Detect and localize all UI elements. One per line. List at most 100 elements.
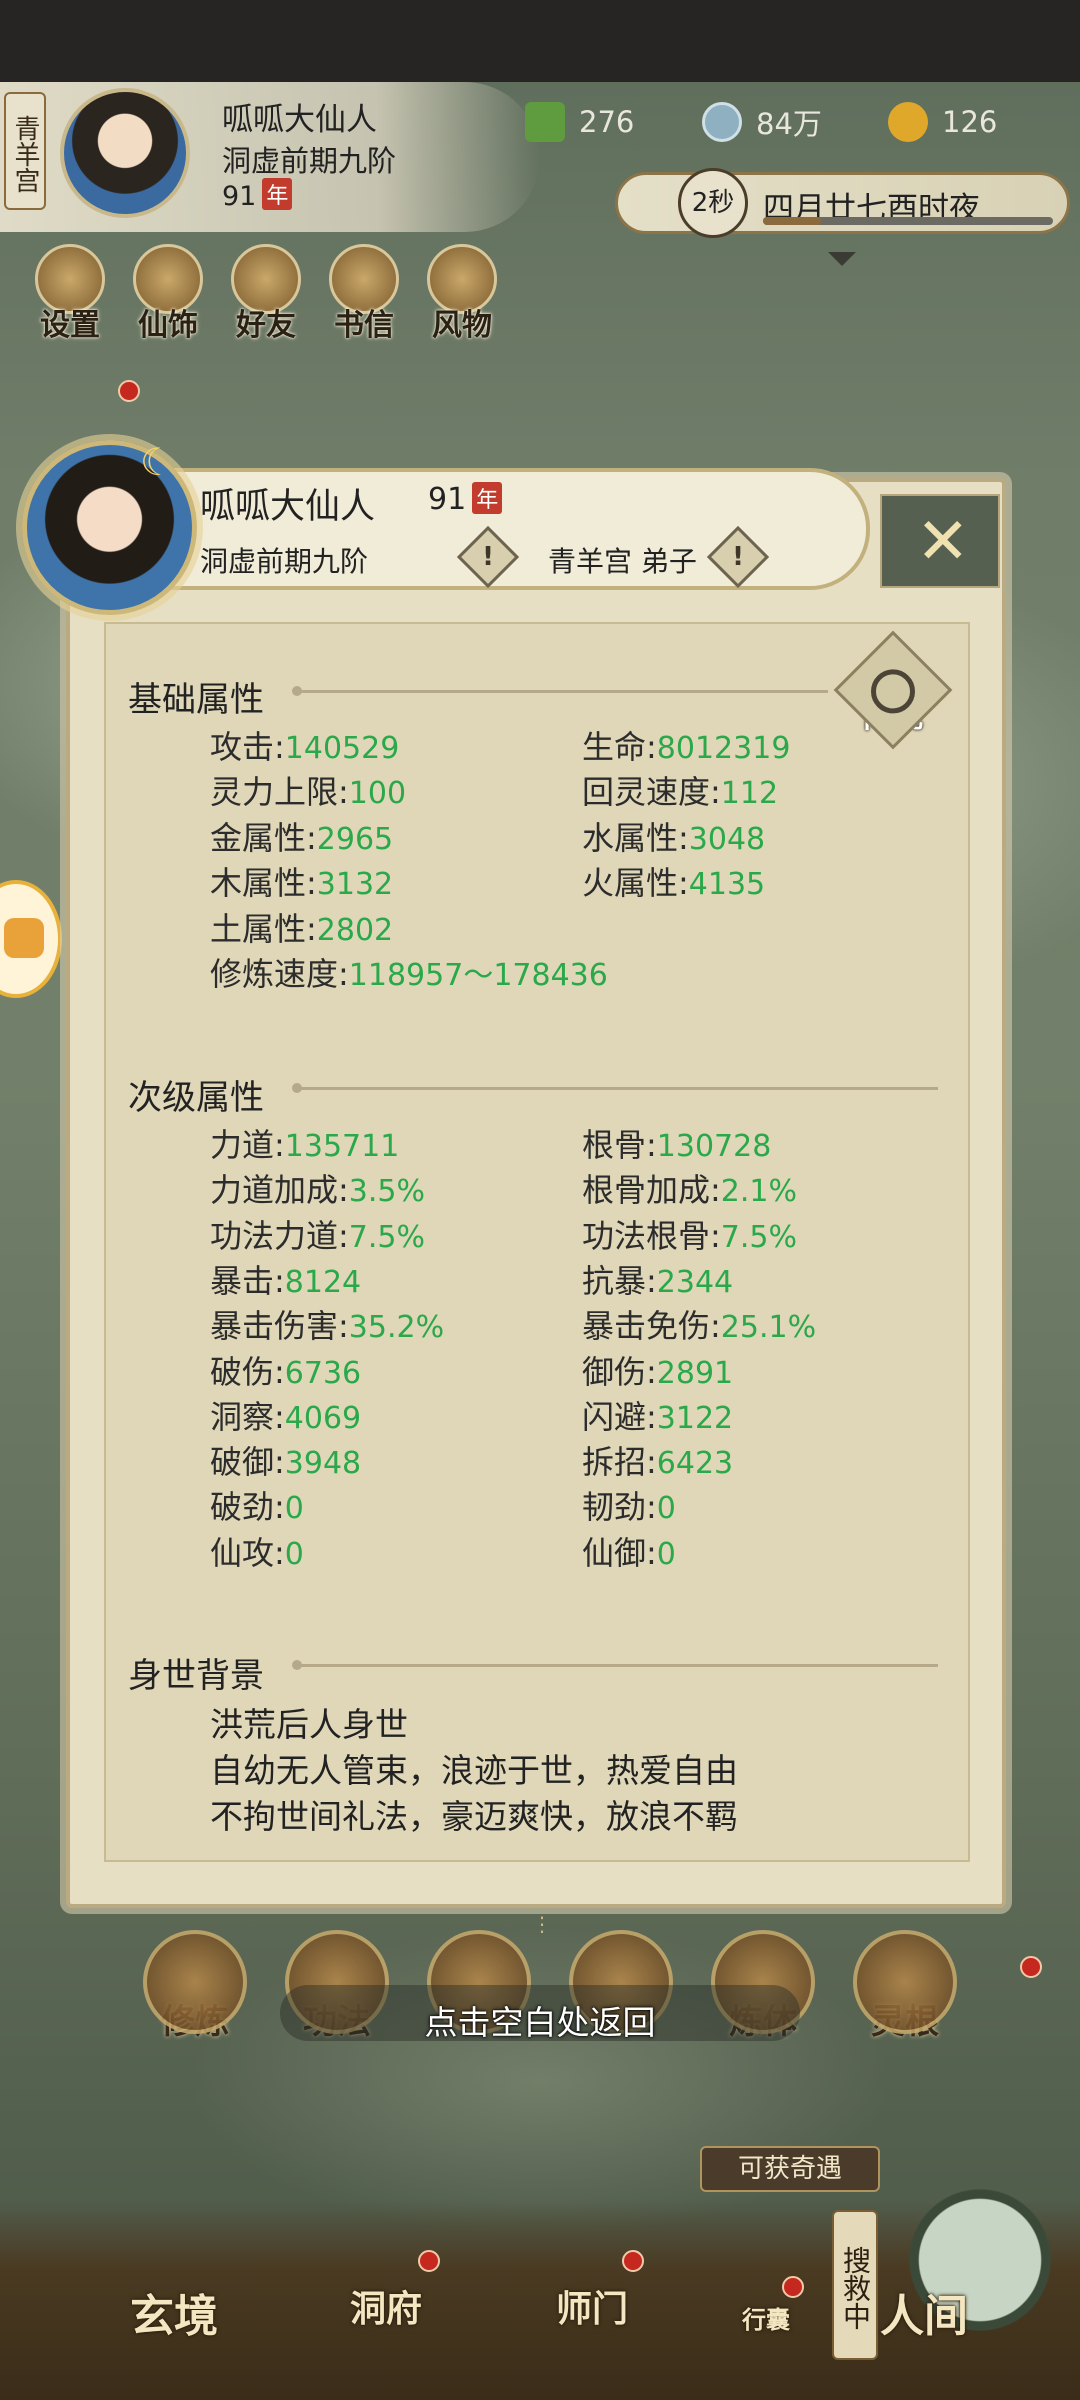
- stat-label: 仙攻:: [210, 1533, 285, 1572]
- sect-tag: 青羊宫: [4, 92, 46, 210]
- stat-label: 破劲:: [210, 1488, 285, 1527]
- resource-spirit[interactable]: 276: [525, 100, 634, 144]
- coin-icon: [702, 102, 742, 142]
- player-avatar[interactable]: [60, 88, 190, 218]
- stat-value: 118957～178436: [348, 958, 608, 993]
- secondary-attributes-title: 次级属性: [128, 1078, 264, 1118]
- stat-value: 0: [656, 1491, 676, 1527]
- stat-value: 8012319: [656, 731, 791, 766]
- stat-value: 3048: [688, 821, 766, 857]
- stat-label: 力道:: [210, 1126, 285, 1164]
- notification-dot: [118, 380, 140, 402]
- nav-xingnang[interactable]: 行囊: [742, 2300, 790, 2335]
- settings-button[interactable]: 设置: [30, 244, 110, 344]
- costume-button[interactable]: 仙饰: [128, 244, 208, 344]
- stat-label: 力道加成:: [210, 1171, 349, 1210]
- dialog-name: 呱呱大仙人: [200, 487, 376, 527]
- stat-value: 2965: [316, 821, 394, 857]
- stat-label: 土属性:: [210, 909, 317, 948]
- nav-xuanjing[interactable]: 玄境: [130, 2280, 218, 2344]
- stat-label: 御伤:: [582, 1352, 657, 1391]
- dialog-realm: 洞虚前期九阶: [200, 545, 369, 578]
- stat-label: 灵力上限:: [210, 773, 349, 812]
- mail-button[interactable]: 书信: [324, 244, 404, 344]
- notification-dot: [1020, 1956, 1042, 1978]
- close-button[interactable]: ✕: [880, 494, 1000, 588]
- player-name: 呱呱大仙人: [222, 102, 377, 138]
- time-bar[interactable]: 2秒 四月廿七酉时夜: [615, 168, 1070, 238]
- nav-renjian[interactable]: 人间: [880, 2280, 968, 2344]
- chat-icon: [4, 918, 44, 958]
- stat-item: 生命:8012319: [582, 722, 790, 768]
- stat-label: 暴击伤害:: [210, 1307, 349, 1346]
- stat-value: 4135: [688, 867, 766, 903]
- stat-label: 洞察:: [210, 1397, 285, 1436]
- stat-item: 土属性:2802: [210, 904, 393, 950]
- stat-label: 根骨:: [582, 1126, 657, 1164]
- background-line: 洪荒后人身世: [210, 1705, 408, 1744]
- stat-item: 回灵速度:112: [582, 767, 778, 813]
- speed-badge: 2秒: [678, 168, 748, 238]
- stat-value: 0: [656, 1536, 676, 1572]
- stat-item: 仙御:0: [582, 1528, 676, 1574]
- stat-label: 功法力道:: [210, 1216, 349, 1255]
- stat-value: 0: [284, 1491, 304, 1527]
- stat-value: 3.5%: [348, 1174, 426, 1210]
- stat-item: 木属性:3132: [210, 858, 393, 904]
- player-level: 91 年: [222, 178, 293, 212]
- stat-item: 金属性:2965: [210, 813, 393, 859]
- stat-label: 暴击:: [210, 1261, 285, 1300]
- resource-strength[interactable]: 126: [888, 100, 997, 144]
- stat-item: 灵力上限:100: [210, 767, 406, 813]
- stat-value: 2891: [656, 1355, 734, 1391]
- stat-item: 洞察:4069: [210, 1392, 361, 1438]
- stat-label: 暴击免伤:: [582, 1307, 721, 1346]
- divider: [292, 1660, 938, 1670]
- stat-label: 木属性:: [210, 864, 317, 903]
- player-realm: 洞虚前期九阶: [222, 144, 397, 178]
- inner-view-button[interactable]: 内视: [833, 630, 953, 750]
- stat-label: 火属性:: [582, 864, 689, 903]
- stat-item: 修炼速度:118957～178436: [210, 949, 608, 995]
- opportunity-label[interactable]: 可获奇遇: [700, 2146, 880, 2192]
- crown-icon: ☾: [140, 440, 175, 484]
- stat-item: 抗暴:2344: [582, 1256, 733, 1302]
- stat-value: 7.5%: [720, 1219, 798, 1255]
- divider: [292, 686, 828, 696]
- top-icon-row: 设置 仙饰 好友 书信 风物: [30, 244, 502, 344]
- search-status-tag: 搜救中: [832, 2210, 878, 2360]
- resource-coin[interactable]: 84万: [702, 100, 822, 144]
- close-icon: ✕: [916, 505, 970, 579]
- stat-label: 韧劲:: [582, 1488, 657, 1527]
- tap-to-return-hint[interactable]: 点击空白处返回: [0, 1996, 1080, 2044]
- stat-value: 0: [284, 1536, 304, 1572]
- stat-label: 攻击:: [210, 728, 285, 766]
- nav-dongfu[interactable]: 洞府: [350, 2280, 422, 2332]
- stat-value: 6736: [284, 1355, 362, 1391]
- stat-value: 3122: [656, 1400, 734, 1436]
- stat-value: 8124: [284, 1264, 362, 1300]
- stat-label: 抗暴:: [582, 1261, 657, 1300]
- stat-label: 水属性:: [582, 818, 689, 857]
- customs-button[interactable]: 风物: [422, 244, 502, 344]
- stat-item: 仙攻:0: [210, 1528, 304, 1574]
- dialog-level: 91 年: [428, 482, 503, 517]
- stat-value: 130728: [656, 1129, 772, 1164]
- nav-shimen[interactable]: 师门: [556, 2280, 628, 2332]
- stat-item: 闪避:3122: [582, 1392, 733, 1438]
- basic-attributes-title: 基础属性: [128, 680, 264, 720]
- stat-item: 根骨:130728: [582, 1120, 771, 1166]
- stat-value: 2.1%: [720, 1174, 798, 1210]
- stat-label: 破伤:: [210, 1352, 285, 1391]
- expand-arrow-icon[interactable]: [828, 252, 856, 266]
- stat-value: 25.1%: [720, 1310, 817, 1346]
- stat-label: 根骨加成:: [582, 1171, 721, 1210]
- stat-label: 破御:: [210, 1443, 285, 1482]
- stat-value: 4069: [284, 1400, 362, 1436]
- stat-item: 功法根骨:7.5%: [582, 1211, 797, 1257]
- year-badge: 年: [472, 482, 503, 514]
- stat-item: 御伤:2891: [582, 1347, 733, 1393]
- friends-button[interactable]: 好友: [226, 244, 306, 344]
- notification-dot: [622, 2250, 644, 2272]
- time-progress: [763, 217, 1053, 225]
